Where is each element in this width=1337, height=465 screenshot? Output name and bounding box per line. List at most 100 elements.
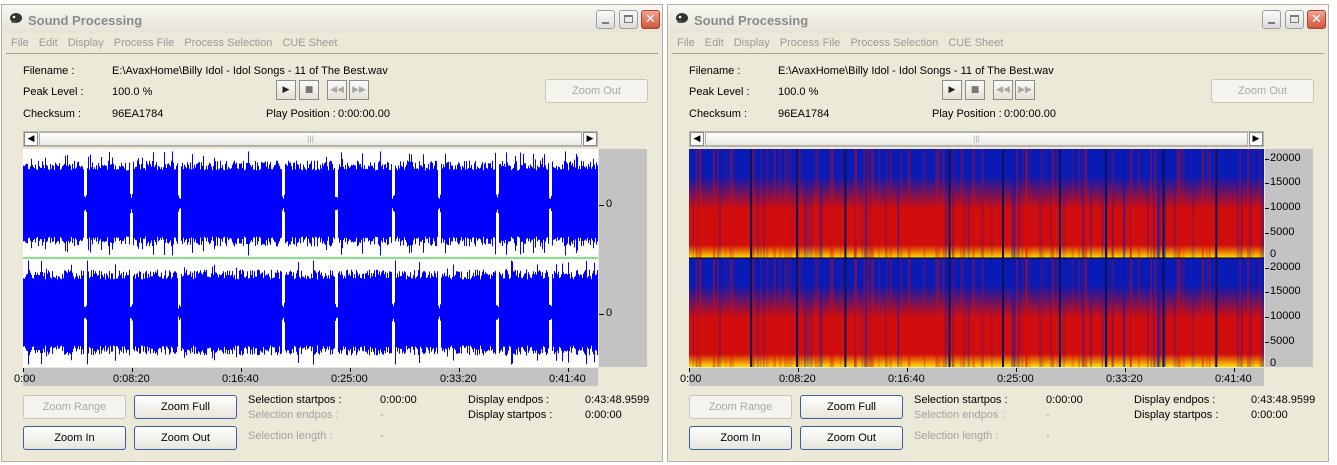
scroll-left-arrow-icon[interactable]: ◀ <box>690 132 704 146</box>
selection-startpos-label: Selection startpos : <box>248 394 342 406</box>
spectrogram-display[interactable] <box>689 149 1264 367</box>
stop-icon: ■ <box>970 85 980 95</box>
fast-forward-button[interactable]: ▶▶ <box>1015 80 1035 100</box>
horizontal-scrollbar[interactable]: ◀ ||| ▶ <box>23 131 598 147</box>
stop-button[interactable]: ■ <box>299 80 319 100</box>
zoom-in-button[interactable]: Zoom In <box>23 426 126 450</box>
freq-label: 20000 <box>1270 152 1301 164</box>
horizontal-scrollbar[interactable]: ◀ ||| ▶ <box>689 131 1264 147</box>
checksum-value: 96EA1784 <box>778 108 830 120</box>
scroll-right-arrow-icon[interactable]: ▶ <box>1249 132 1263 146</box>
zoom-range-button[interactable]: Zoom Range <box>689 395 792 419</box>
display-startpos-label: Display startpos : <box>468 409 553 421</box>
selection-startpos-value: 0:00:00 <box>1046 394 1083 406</box>
menu-edit[interactable]: Edit <box>700 35 729 51</box>
menu-process-file[interactable]: Process File <box>109 35 180 51</box>
timeline-label: 0:25:00 <box>997 373 1034 385</box>
freq-tick <box>1265 268 1269 269</box>
timeline-label: 0:00 <box>680 373 702 385</box>
minimize-button[interactable] <box>596 10 615 29</box>
zoom-full-button[interactable]: Zoom Full <box>134 395 237 419</box>
menu-process-selection[interactable]: Process Selection <box>179 35 277 51</box>
freq-tick <box>1265 292 1269 293</box>
play-button[interactable]: ▶ <box>942 80 962 100</box>
freq-tick <box>1265 183 1269 184</box>
selection-endpos-label: Selection endpos : <box>248 409 339 421</box>
menu-display[interactable]: Display <box>63 35 109 51</box>
menu-cue-sheet[interactable]: CUE Sheet <box>943 35 1008 51</box>
menu-display[interactable]: Display <box>729 35 775 51</box>
selection-length-label: Selection length : <box>248 430 333 442</box>
stop-button[interactable]: ■ <box>965 80 985 100</box>
menu-file[interactable]: File <box>672 35 700 51</box>
fast-forward-button[interactable]: ▶▶ <box>349 80 369 100</box>
selection-startpos-value: 0:00:00 <box>380 394 417 406</box>
timeline-tick <box>568 368 569 372</box>
freq-tick <box>1265 342 1269 343</box>
peak-level-value: 100.0 % <box>112 86 153 98</box>
maximize-button[interactable] <box>619 10 638 29</box>
play-button[interactable]: ▶ <box>276 80 296 100</box>
freq-tick <box>1265 233 1269 234</box>
window-title: Sound Processing <box>694 13 809 28</box>
freq-label: 20000 <box>1270 261 1301 273</box>
title-bar[interactable]: Sound Processing ✕ <box>2 5 662 33</box>
close-button[interactable]: ✕ <box>1307 10 1326 29</box>
display-startpos-label: Display startpos : <box>1134 409 1219 421</box>
scroll-left-arrow-icon[interactable]: ◀ <box>24 132 38 146</box>
zoom-out-button[interactable]: Zoom Out <box>800 426 903 450</box>
menu-bar: File Edit Display Process File Process Selec… <box>6 35 658 54</box>
zoom-in-button[interactable]: Zoom In <box>689 426 792 450</box>
display-endpos-label: Display endpos : <box>1134 394 1216 406</box>
scroll-right-arrow-icon[interactable]: ▶ <box>583 132 597 146</box>
timeline-tick <box>798 368 799 372</box>
scroll-thumb[interactable]: ||| <box>705 132 1248 146</box>
timeline-tick <box>907 368 908 372</box>
rewind-button[interactable]: ◀◀ <box>993 80 1013 100</box>
title-bar[interactable]: Sound Processing ✕ <box>668 5 1328 33</box>
minimize-icon <box>1268 22 1275 24</box>
menu-bar: File Edit Display Process File Process Selec… <box>672 35 1324 54</box>
rewind-button[interactable]: ◀◀ <box>327 80 347 100</box>
menu-edit[interactable]: Edit <box>34 35 63 51</box>
timeline-label: 0:16:40 <box>888 373 925 385</box>
minimize-button[interactable] <box>1262 10 1281 29</box>
zoom-out-button[interactable]: Zoom Out <box>134 426 237 450</box>
zoom-out-top-button[interactable]: Zoom Out <box>545 79 648 103</box>
minimize-icon <box>602 22 609 24</box>
play-position-value: 0:00:00.00 <box>338 108 390 120</box>
zoom-out-top-button[interactable]: Zoom Out <box>1211 79 1314 103</box>
maximize-icon <box>624 15 633 23</box>
scroll-thumb[interactable]: ||| <box>39 132 582 146</box>
selection-startpos-label: Selection startpos : <box>914 394 1008 406</box>
selection-endpos-value: - <box>380 409 384 421</box>
frequency-gutter: 20000 15000 10000 5000 0 20000 15000 100… <box>1265 149 1313 369</box>
timeline-tick <box>1016 368 1017 372</box>
rewind-icon: ◀◀ <box>996 85 1010 95</box>
selection-endpos-value: - <box>1046 409 1050 421</box>
app-icon <box>10 13 22 23</box>
close-icon: ✕ <box>1311 12 1322 27</box>
zoom-range-button[interactable]: Zoom Range <box>23 395 126 419</box>
timeline-label: 0:41:40 <box>549 373 586 385</box>
menu-process-file[interactable]: Process File <box>775 35 846 51</box>
play-icon: ▶ <box>282 85 290 95</box>
timeline-tick <box>459 368 460 372</box>
freq-tick <box>1265 159 1269 160</box>
menu-process-selection[interactable]: Process Selection <box>845 35 943 51</box>
play-position-value: 0:00:00.00 <box>1004 108 1056 120</box>
selection-length-value: - <box>380 430 384 442</box>
zero-tick <box>599 205 604 206</box>
waveform-display[interactable] <box>23 149 598 367</box>
peak-level-value: 100.0 % <box>778 86 819 98</box>
checksum-value: 96EA1784 <box>112 108 164 120</box>
timeline-label: 0:08:20 <box>113 373 150 385</box>
close-button[interactable]: ✕ <box>641 10 660 29</box>
menu-file[interactable]: File <box>6 35 34 51</box>
menu-cue-sheet[interactable]: CUE Sheet <box>277 35 342 51</box>
maximize-button[interactable] <box>1285 10 1304 29</box>
zoom-full-button[interactable]: Zoom Full <box>800 395 903 419</box>
timeline-tick <box>1125 368 1126 372</box>
display-startpos-value: 0:00:00 <box>1251 409 1288 421</box>
rewind-icon: ◀◀ <box>330 85 344 95</box>
